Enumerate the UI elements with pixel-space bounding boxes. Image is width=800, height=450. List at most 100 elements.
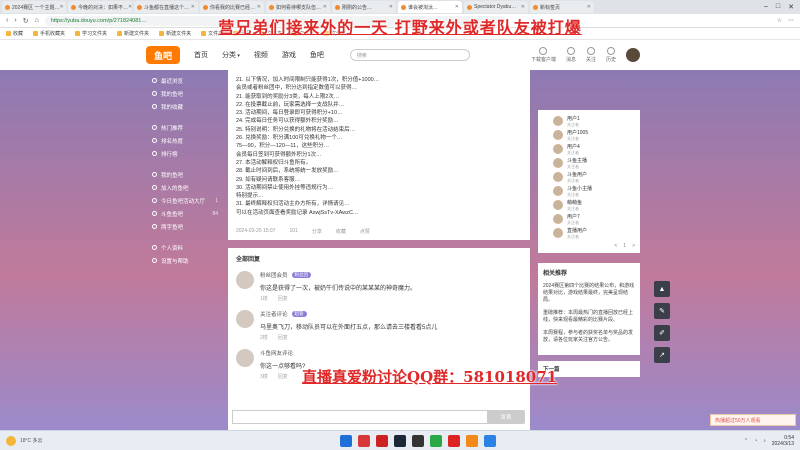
maximize-icon[interactable]: □ (776, 3, 780, 11)
like-button[interactable]: 点赞 (360, 228, 370, 235)
sidebar-item[interactable]: 设置与帮助 (148, 254, 218, 267)
ranking-user[interactable]: 萌萌鱼 关注者 (543, 198, 635, 212)
rec-item[interactable]: 重磅推荐：本周最热门的直播回放已经上线，快来观看最精彩的比赛片段。 (543, 310, 635, 324)
app-icon[interactable] (466, 434, 478, 447)
browser-tab[interactable]: 新标签页 ✕ (530, 1, 594, 13)
tab-close-icon[interactable]: ✕ (60, 4, 64, 10)
sidebar-item[interactable]: 斗鱼鱼吧 84 (148, 207, 218, 220)
tab-close-icon[interactable]: ✕ (587, 4, 591, 10)
tray-chevron-icon[interactable]: ⌃ (744, 438, 748, 444)
avatar[interactable] (553, 130, 563, 140)
tab-close-icon[interactable]: ✕ (521, 4, 525, 10)
app-icon[interactable] (376, 434, 388, 447)
browser-tab[interactable]: 你看我的比赛已经… ✕ (200, 1, 264, 13)
download-icon[interactable]: 下载客户端 (531, 47, 556, 63)
tab-close-icon[interactable]: ✕ (389, 4, 393, 10)
avatar[interactable] (553, 116, 563, 126)
site-logo[interactable]: 鱼吧 (146, 46, 180, 64)
sidebar-item[interactable]: 排名热度 (148, 134, 218, 147)
tab-close-icon[interactable]: ✕ (323, 4, 327, 10)
live-notice[interactable]: 热播超过50万人观看 (710, 414, 796, 426)
ranking-user[interactable]: 斗鱼小主播 关注者 (543, 184, 635, 198)
edit-icon[interactable]: ✐ (654, 325, 670, 341)
close-icon[interactable]: ✕ (788, 3, 794, 11)
search-input[interactable]: 搜索 (349, 49, 470, 61)
ranking-user[interactable]: 用户1005 关注者 (543, 128, 635, 142)
avatar[interactable] (236, 349, 254, 367)
reply-button[interactable]: 回复 (278, 334, 288, 341)
follow-icon[interactable]: 关注 (586, 47, 596, 63)
send-button[interactable]: 发表 (487, 410, 525, 424)
browser-tab[interactable]: Spectator Dyabu… ✕ (464, 1, 528, 13)
user-avatar[interactable] (626, 48, 640, 62)
edge-icon[interactable] (484, 434, 496, 447)
favorite-button[interactable]: 收藏 (336, 228, 346, 235)
next-page-button[interactable]: > (632, 243, 635, 249)
share-button[interactable]: 分享 (312, 228, 322, 235)
up-arrow-icon[interactable]: ▲ (654, 281, 670, 297)
tab-close-icon[interactable]: ✕ (191, 4, 195, 10)
avatar[interactable] (553, 158, 563, 168)
ranking-user[interactable]: 直播用户 关注者 (543, 226, 635, 240)
sidebar-item[interactable]: 排行榜 (148, 147, 218, 160)
comment-user[interactable]: 关注者评论 (260, 310, 288, 318)
weather-widget[interactable]: 18°C 多云 (6, 435, 43, 446)
nav-yuba[interactable]: 鱼吧 (310, 50, 324, 60)
clock[interactable]: 0:54 2024/3/13 (772, 435, 794, 447)
tab-close-icon[interactable]: ✕ (257, 4, 261, 10)
browser-tab[interactable]: 刚刚的公告… ✕ (332, 1, 396, 13)
avatar[interactable] (236, 310, 254, 328)
ranking-user[interactable]: 斗鱼主播 关注者 (543, 156, 635, 170)
network-icon[interactable]: ◔ (754, 438, 757, 444)
sidebar-item[interactable]: 我的鱼吧 (148, 87, 218, 100)
reply-button[interactable]: 回复 (278, 295, 288, 302)
minimize-icon[interactable]: – (764, 3, 768, 11)
app-icon[interactable] (358, 434, 370, 447)
message-icon[interactable]: 消息 (566, 47, 576, 63)
app-icon[interactable] (412, 434, 424, 447)
sidebar-item[interactable]: 最近浏览 (148, 74, 218, 87)
reply-button[interactable]: 回复 (278, 373, 288, 380)
nav-video[interactable]: 视频 (254, 50, 268, 60)
avatar[interactable] (553, 144, 563, 154)
browser-tab[interactable]: 2024赛区 一个主题… ✕ (2, 1, 66, 13)
sidebar-item[interactable]: 今日鱼吧活动大厅 1 (148, 194, 218, 207)
sidebar-item[interactable]: 个人资料 (148, 241, 218, 254)
app-icon[interactable] (430, 434, 442, 447)
nav-home[interactable]: 首页 (194, 50, 208, 60)
avatar[interactable] (553, 172, 563, 182)
rec-item[interactable]: 本周赛程，参与者的获奖名单与奖品的发放，请各位玩家关注官方公告。 (543, 330, 635, 344)
prev-page-button[interactable]: < (614, 243, 617, 249)
ranking-user[interactable]: 用户1 关注者 (543, 114, 635, 128)
browser-tab[interactable]: 谁会被淘汰… ✕ (398, 1, 462, 13)
tab-close-icon[interactable]: ✕ (128, 4, 132, 10)
sidebar-item[interactable]: 热门推荐 (148, 121, 218, 134)
avatar[interactable] (553, 228, 563, 238)
ranking-user[interactable]: 用户4 关注者 (543, 142, 635, 156)
sidebar-item[interactable]: 我的鱼吧 (148, 168, 218, 181)
history-icon[interactable]: 历史 (606, 47, 616, 63)
steam-icon[interactable] (394, 434, 406, 447)
avatar[interactable] (553, 200, 563, 210)
share-icon[interactable]: ↗ (654, 347, 670, 363)
ranking-user[interactable]: 用户7 关注者 (543, 212, 635, 226)
ranking-user[interactable]: 斗鱼用户 关注者 (543, 170, 635, 184)
volume-icon[interactable]: ♪ (763, 438, 766, 444)
sidebar-item[interactable]: 我的收藏 (148, 100, 218, 113)
avatar[interactable] (553, 214, 563, 224)
nav-category[interactable]: 分类 (222, 50, 240, 60)
app-icon[interactable] (448, 434, 460, 447)
rec-item[interactable]: 2024赛区第四个比赛的结果公布，和游戏结果对比，游戏结果最终，完美呈现结局。 (543, 283, 635, 304)
browser-tab[interactable]: 斗鱼都在直播这个… ✕ (134, 1, 198, 13)
nav-game[interactable]: 游戏 (282, 50, 296, 60)
comment-user[interactable]: 斗鱼网友评论 (260, 349, 293, 357)
avatar[interactable] (553, 186, 563, 196)
browser-tab[interactable]: 今晚的对决：如果不… ✕ (68, 1, 132, 13)
sidebar-item[interactable]: 加入的鱼吧 (148, 181, 218, 194)
reply-input[interactable] (232, 410, 492, 424)
start-icon[interactable] (340, 434, 352, 447)
page-number[interactable]: 1 (623, 243, 626, 249)
avatar[interactable] (236, 271, 254, 289)
tab-close-icon[interactable]: ✕ (455, 4, 459, 10)
sidebar-item[interactable]: 两字鱼吧 (148, 220, 218, 233)
